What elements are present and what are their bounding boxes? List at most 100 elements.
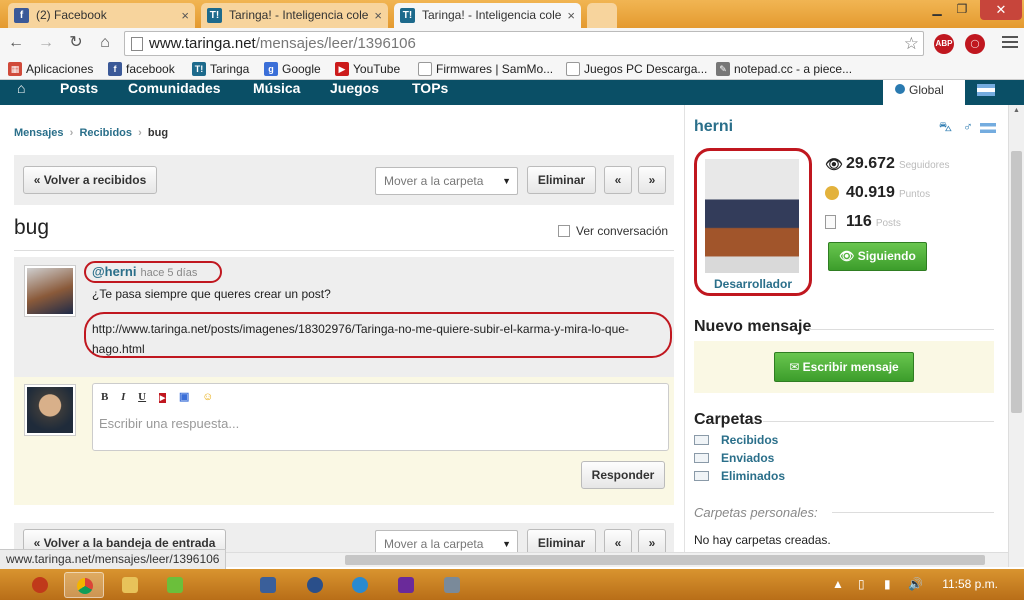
argentina-flag-icon[interactable] [970,80,1024,105]
browser-tab-strip: f (2) Facebook × T! Taringa! - Inteligen… [0,0,1024,28]
bookmarks-bar: ▦ Aplicaciones f facebook T! Taringa g Googl… [0,58,1024,80]
taskbar-app[interactable] [432,572,472,598]
user-sidebar: herni ⛍ ♂ Desarrollador 👁 29.672 Seguidore… [684,105,1008,552]
taskbar-utorrent[interactable] [155,572,195,598]
message-title: bug [14,216,50,239]
next-button[interactable]: » [638,166,666,194]
following-button[interactable]: 👁 Siguiendo [828,242,927,271]
minimize-icon[interactable]: ▁ [925,2,949,16]
bookmark-facebook[interactable]: f facebook [108,62,175,76]
extension-icon[interactable]: ◯ [965,34,985,54]
bold-button[interactable]: B [101,391,108,403]
forward-arrow-icon[interactable]: → [36,33,56,53]
folder-recibidos[interactable]: Recibidos [694,433,778,447]
site-home-icon[interactable]: ⌂ [17,80,25,96]
youtube-insert-icon[interactable]: ▶ [158,393,167,403]
back-arrow-icon[interactable]: ← [6,33,26,53]
message-actions: « Volver a recibidos Mover a la carpeta ▼… [14,155,674,205]
bookmark-star-icon[interactable]: ☆ [904,32,919,55]
italic-button[interactable]: I [121,391,125,403]
bookmark-apps[interactable]: ▦ Aplicaciones [8,62,93,76]
network-icon[interactable]: ▮ [884,577,891,591]
view-conversation-checkbox[interactable]: Ver conversación [558,224,668,238]
bookmark-firmwares[interactable]: Firmwares | SamMo... [418,62,553,76]
reply-button[interactable]: Responder [581,461,665,489]
tab-close-icon[interactable]: × [567,3,575,28]
editor-toolbar: B I U ▶ ▣ ☺ [101,390,223,403]
tab-taringa-1[interactable]: T! Taringa! - Inteligencia cole × [201,3,388,28]
new-tab-button[interactable] [587,3,617,28]
image-insert-icon[interactable]: ▣ [179,391,189,403]
new-message-box: ✉ Escribir mensaje [694,341,994,393]
battery-icon[interactable]: ▯ [858,577,865,591]
avatar[interactable] [24,265,76,317]
taskbar-clock[interactable]: 11:58 p.m. [942,577,998,591]
volume-icon[interactable]: 🔊 [908,577,923,591]
profile-card[interactable]: Desarrollador [694,148,812,296]
breadcrumb-mensajes[interactable]: Mensajes [14,127,64,139]
breadcrumb-recibidos[interactable]: Recibidos [79,127,132,139]
tab-taringa-active[interactable]: T! Taringa! - Inteligencia cole × [394,3,581,28]
folder-eliminados[interactable]: Eliminados [694,469,785,483]
apps-grid-icon: ▦ [8,62,22,76]
restore-icon[interactable]: ❐ [950,2,974,16]
global-tab[interactable]: Global [883,80,965,105]
bookmark-google[interactable]: g Google [264,62,321,76]
vertical-scrollbar[interactable]: ▲ [1008,105,1024,567]
bookmark-taringa[interactable]: T! Taringa [192,62,249,76]
message-time: hace 5 días [140,267,198,279]
sidebar-username[interactable]: herni [694,118,733,136]
nav-posts[interactable]: Posts [60,80,98,96]
tab-facebook[interactable]: f (2) Facebook × [8,3,195,28]
message-body: ¿Te pasa siempre que queres crear un pos… [92,287,331,301]
facebook-icon: f [14,8,29,23]
taskbar-app[interactable] [340,572,380,598]
write-message-button[interactable]: ✉ Escribir mensaje [774,352,914,382]
adblock-extension-icon[interactable]: ABP [934,34,954,54]
url-host: www.taringa.net [149,35,256,52]
breadcrumb-current: bug [147,127,169,139]
taringa-icon: T! [400,8,415,23]
reload-icon[interactable]: ↻ [66,33,86,53]
author-link[interactable]: @herni [92,264,136,279]
move-folder-select[interactable]: Mover a la carpeta ▼ [375,167,518,195]
delete-button[interactable]: Eliminar [527,166,596,194]
bookmark-youtube[interactable]: ▶ YouTube [335,62,400,76]
tab-close-icon[interactable]: × [181,3,189,28]
scroll-thumb[interactable] [1011,151,1022,413]
scroll-thumb[interactable] [345,555,985,565]
taskbar-app[interactable] [386,572,426,598]
browser-menu-icon[interactable] [1002,36,1018,51]
home-icon[interactable]: ⌂ [95,33,115,53]
my-avatar[interactable] [24,384,76,436]
tab-close-icon[interactable]: × [374,3,382,28]
url-path: /mensajes/leer/1396106 [255,35,416,52]
emoji-icon[interactable]: ☺ [202,391,213,403]
bookmark-juegos[interactable]: Juegos PC Descarga... [566,62,707,76]
start-button[interactable] [20,572,60,598]
taskbar-app[interactable] [295,572,335,598]
reply-editor[interactable]: B I U ▶ ▣ ☺ Escribir una respuesta... [92,383,669,451]
globe-icon [895,84,905,94]
prev-button[interactable]: « [604,166,632,194]
nav-tops[interactable]: TOPs [412,80,448,96]
tray-arrow-icon[interactable]: ▲ [832,577,844,591]
back-to-inbox-button[interactable]: « Volver a recibidos [23,166,157,194]
status-bar-url: www.taringa.net/mensajes/leer/1396106 [0,549,227,569]
window-close-icon[interactable]: ✕ [980,0,1022,20]
nav-musica[interactable]: Música [253,80,300,96]
nav-juegos[interactable]: Juegos [330,80,379,96]
message-link[interactable]: http://www.taringa.net/posts/imagenes/18… [92,319,672,359]
taskbar-app[interactable] [248,572,288,598]
nav-comunidades[interactable]: Comunidades [128,80,221,96]
bookmark-notepad[interactable]: ✎ notepad.cc - a piece... [716,62,852,76]
taskbar-explorer[interactable] [110,572,150,598]
taskbar-chrome[interactable] [64,572,104,598]
address-bar[interactable]: www.taringa.net/mensajes/leer/1396106 ☆ [124,31,924,56]
message-author: @herni hace 5 días [92,264,197,279]
folder-enviados[interactable]: Enviados [694,451,774,465]
envelope-icon [694,453,709,463]
underline-button[interactable]: U [138,391,146,403]
followers-stat: 👁 29.672 Seguidores [825,155,950,172]
message-panel: Mensajes › Recibidos › bug « Volver a re… [0,105,684,558]
